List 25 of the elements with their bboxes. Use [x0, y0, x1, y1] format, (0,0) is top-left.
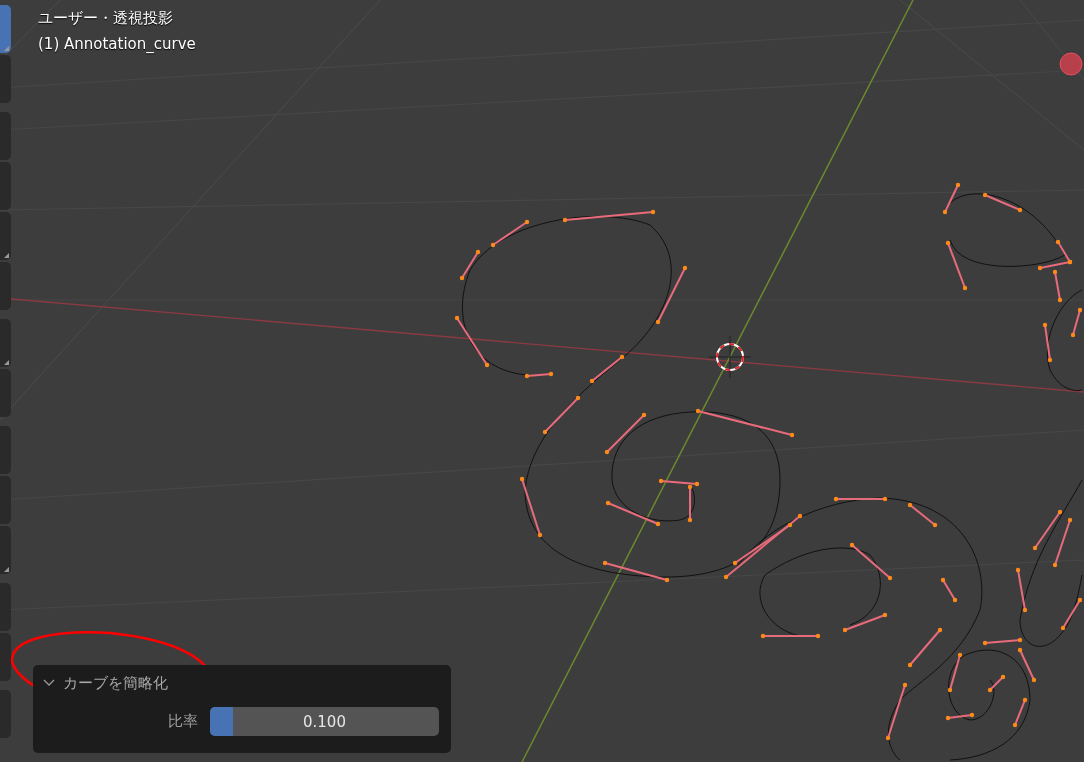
view-name: ユーザー・透視投影 [38, 8, 174, 28]
3d-cursor-icon [708, 335, 752, 379]
tool-button[interactable] [0, 162, 11, 210]
tool-button[interactable] [0, 212, 11, 260]
object-name: (1) Annotation_curve [38, 34, 196, 54]
panel-header[interactable]: カーブを簡略化 [43, 673, 168, 693]
tool-button[interactable] [0, 369, 11, 417]
field-label: 比率 [168, 712, 198, 731]
corner-triangle-icon [4, 46, 9, 51]
ratio-slider[interactable]: 0.100 [210, 707, 439, 736]
slider-value: 0.100 [303, 712, 346, 731]
tool-button[interactable] [0, 55, 11, 103]
tool-button[interactable] [0, 583, 11, 631]
corner-triangle-icon [4, 567, 9, 572]
tool-button[interactable] [0, 633, 11, 681]
tool-button[interactable] [0, 476, 11, 524]
tool-button[interactable] [0, 526, 11, 574]
panel-title: カーブを簡略化 [63, 673, 168, 693]
corner-triangle-icon [4, 253, 9, 258]
tool-button[interactable] [0, 112, 11, 160]
corner-triangle-icon [4, 360, 9, 365]
record-dot-icon[interactable] [1059, 52, 1083, 76]
tool-button[interactable] [0, 5, 11, 53]
tool-button[interactable] [0, 319, 11, 367]
tool-button[interactable] [0, 262, 11, 310]
